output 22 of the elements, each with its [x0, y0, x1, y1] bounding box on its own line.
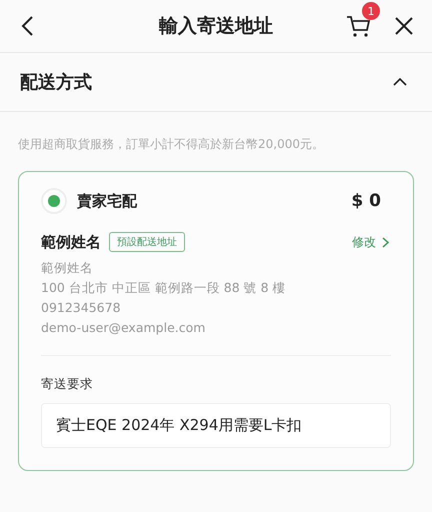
radio-button[interactable]	[41, 188, 67, 214]
chevron-right-icon	[382, 236, 389, 248]
default-address-tag: 預設配送地址	[109, 232, 185, 252]
option-label: 賣家宅配	[77, 192, 137, 210]
note-text: 使用超商取貨服務，訂單小計不得高於新台幣20,000元。	[18, 136, 325, 153]
section-title: 配送方式	[20, 71, 92, 94]
address-line: 範例姓名	[41, 259, 94, 277]
page-title: 輸入寄送地址	[159, 14, 273, 39]
request-label: 寄送要求	[41, 376, 94, 393]
close-icon[interactable]	[394, 16, 414, 36]
address-line: 0912345678	[41, 299, 122, 317]
cart-icon[interactable]	[346, 14, 372, 38]
back-icon[interactable]	[20, 15, 34, 37]
section-header[interactable]: 配送方式	[0, 53, 432, 112]
caret-icon[interactable]	[392, 77, 408, 87]
request-field[interactable]: 賓士EQE 2024年 X294用需要L卡扣	[41, 403, 391, 448]
recipient-name: 範例姓名	[41, 232, 101, 252]
price-text: $ 0	[351, 191, 382, 211]
shipping-option-card[interactable]: 賣家宅配 $ 0 範例姓名 預設配送地址 修改 範例姓名 100 台北市 中正區 範例路一段 88 號 8 樓 0912345678 demo-user@example.com 寄送要求 賓士EQE 2024年 X294用需要L卡扣	[18, 171, 414, 471]
cart-count-badge: 1	[362, 2, 380, 20]
address-line: 100 台北市 中正區 範例路一段 88 號 8 樓	[41, 279, 287, 297]
address-line: demo-user@example.com	[41, 319, 206, 337]
